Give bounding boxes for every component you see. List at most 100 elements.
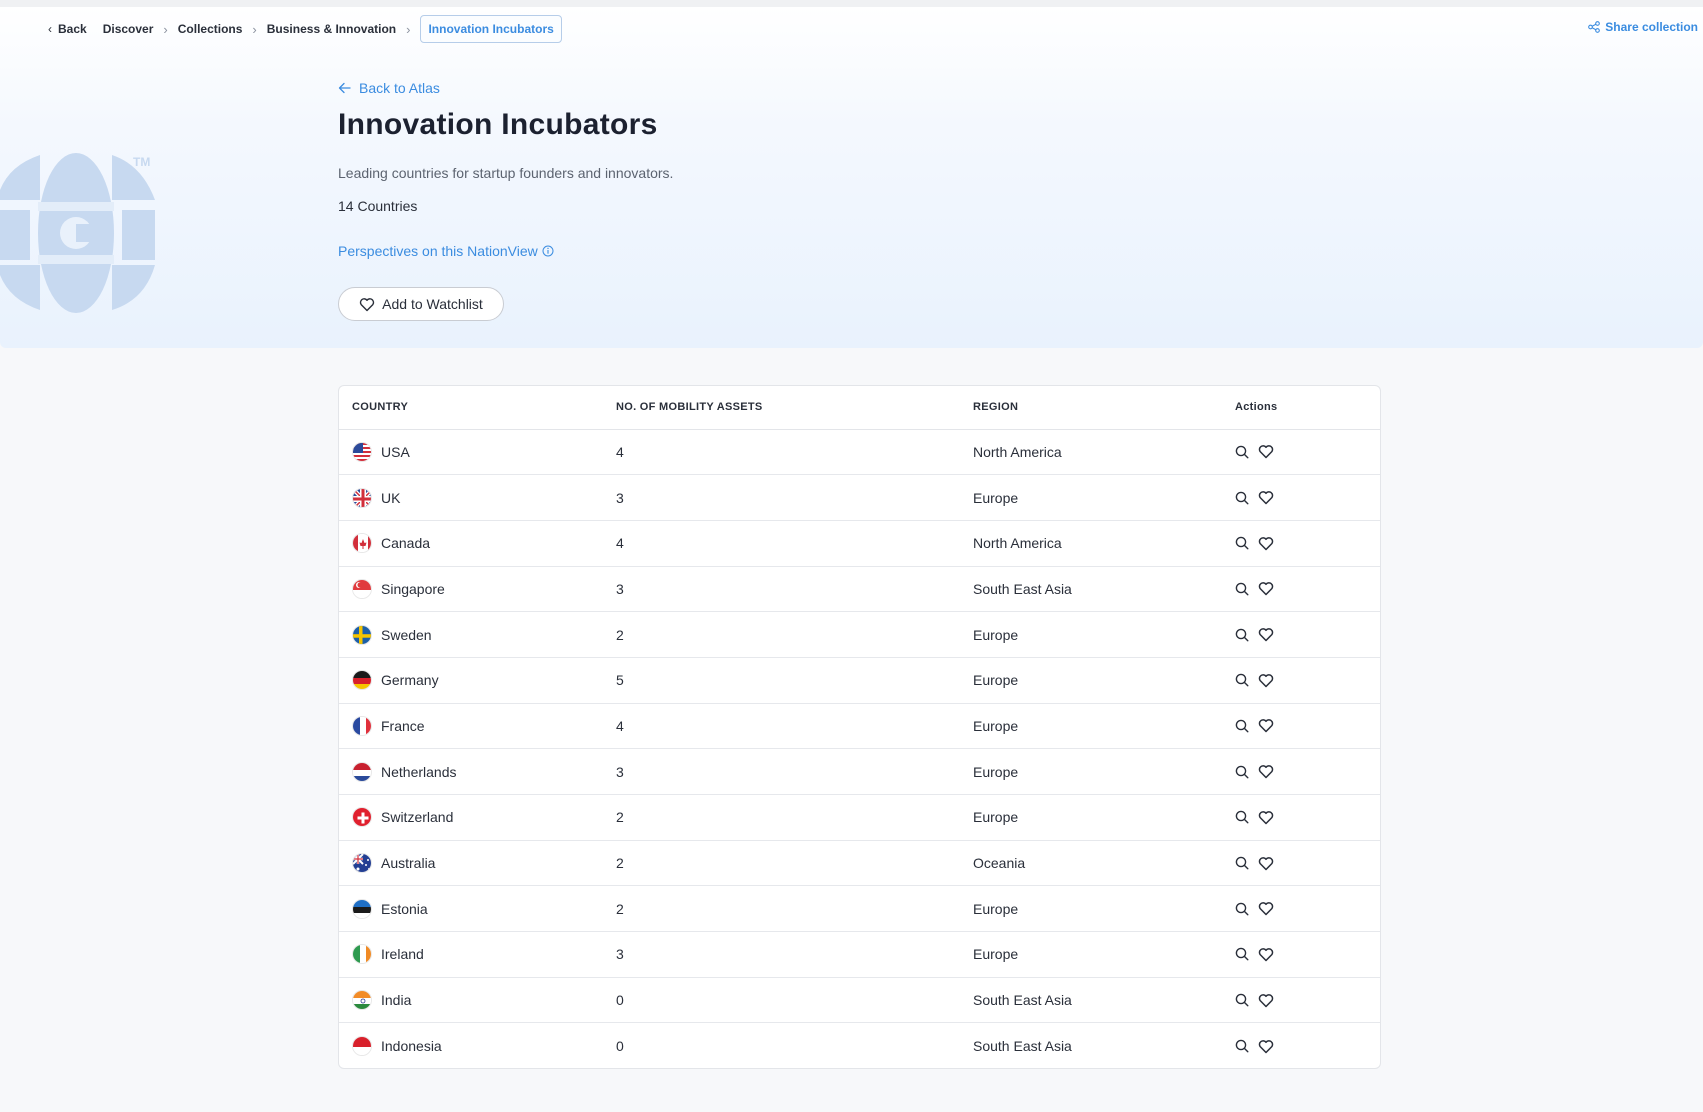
share-collection-label: Share collection bbox=[1605, 20, 1698, 34]
country-cell: Canada bbox=[339, 520, 616, 567]
perspectives-link[interactable]: Perspectives on this NationView bbox=[338, 243, 554, 259]
country-name[interactable]: Australia bbox=[381, 855, 435, 871]
heart-icon[interactable] bbox=[1258, 490, 1274, 505]
chevron-right-icon: › bbox=[163, 21, 168, 37]
breadcrumb-back[interactable]: ‹ Back bbox=[48, 22, 87, 36]
table-row[interactable]: Singapore 3 South East Asia bbox=[339, 566, 1380, 613]
page-title: Innovation Incubators bbox=[338, 108, 658, 141]
search-icon[interactable] bbox=[1235, 1039, 1249, 1053]
heart-icon[interactable] bbox=[1258, 444, 1274, 459]
search-icon[interactable] bbox=[1235, 445, 1249, 459]
table-row[interactable]: UK 3 Europe bbox=[339, 474, 1380, 521]
table-row[interactable]: Sweden 2 Europe bbox=[339, 611, 1380, 658]
table-row[interactable]: Switzerland 2 Europe bbox=[339, 794, 1380, 841]
mobility-assets-cell: 3 bbox=[616, 931, 973, 978]
globe-logo-icon: TM bbox=[0, 153, 155, 313]
country-name[interactable]: India bbox=[381, 992, 411, 1008]
share-collection-button[interactable]: Share collection bbox=[1588, 20, 1698, 34]
breadcrumb-current[interactable]: Innovation Incubators bbox=[420, 15, 562, 43]
country-cell: Germany bbox=[339, 657, 616, 704]
heart-icon[interactable] bbox=[1258, 901, 1274, 916]
table-row[interactable]: India 0 South East Asia bbox=[339, 977, 1380, 1024]
heart-icon[interactable] bbox=[1258, 764, 1274, 779]
region-cell: North America bbox=[973, 520, 1235, 567]
table-row[interactable]: Indonesia 0 South East Asia bbox=[339, 1023, 1380, 1068]
heart-icon[interactable] bbox=[1258, 856, 1274, 871]
country-name[interactable]: Indonesia bbox=[381, 1038, 442, 1054]
table-row[interactable]: Netherlands 3 Europe bbox=[339, 748, 1380, 795]
region-cell: Europe bbox=[973, 611, 1235, 658]
country-name[interactable]: Switzerland bbox=[381, 809, 453, 825]
heart-icon[interactable] bbox=[1258, 810, 1274, 825]
search-icon[interactable] bbox=[1235, 947, 1249, 961]
country-cell: USA bbox=[339, 429, 616, 476]
breadcrumb-discover[interactable]: Discover bbox=[103, 22, 154, 36]
country-name[interactable]: Sweden bbox=[381, 627, 432, 643]
country-count: 14 Countries bbox=[338, 198, 418, 214]
country-name[interactable]: Canada bbox=[381, 535, 430, 551]
country-name[interactable]: USA bbox=[381, 444, 410, 460]
region-cell: North America bbox=[973, 429, 1235, 476]
heart-icon[interactable] bbox=[1258, 718, 1274, 733]
country-cell: Indonesia bbox=[339, 1023, 616, 1068]
search-icon[interactable] bbox=[1235, 856, 1249, 870]
flag-id-icon bbox=[352, 1036, 372, 1057]
heart-icon[interactable] bbox=[1258, 536, 1274, 551]
country-name[interactable]: UK bbox=[381, 490, 400, 506]
country-name[interactable]: France bbox=[381, 718, 425, 734]
actions-cell bbox=[1235, 474, 1380, 521]
back-to-atlas-link[interactable]: Back to Atlas bbox=[338, 80, 440, 96]
country-name[interactable]: Singapore bbox=[381, 581, 445, 597]
breadcrumb-business-innovation[interactable]: Business & Innovation bbox=[267, 22, 396, 36]
country-name[interactable]: Estonia bbox=[381, 901, 428, 917]
add-to-watchlist-button[interactable]: Add to Watchlist bbox=[338, 287, 504, 321]
table-row[interactable]: Canada 4 North America bbox=[339, 520, 1380, 567]
back-to-atlas-label: Back to Atlas bbox=[359, 80, 440, 96]
column-header-country[interactable]: COUNTRY bbox=[339, 386, 616, 430]
heart-icon[interactable] bbox=[1258, 673, 1274, 688]
search-icon[interactable] bbox=[1235, 628, 1249, 642]
region-cell: Europe bbox=[973, 931, 1235, 978]
search-icon[interactable] bbox=[1235, 719, 1249, 733]
table-row[interactable]: USA 4 North America bbox=[339, 429, 1380, 476]
flag-de-icon bbox=[352, 670, 372, 691]
heart-icon[interactable] bbox=[1258, 581, 1274, 596]
search-icon[interactable] bbox=[1235, 902, 1249, 916]
top-strip bbox=[0, 0, 1703, 7]
share-icon bbox=[1588, 21, 1601, 33]
actions-cell bbox=[1235, 429, 1380, 476]
chevron-left-icon: ‹ bbox=[48, 22, 52, 36]
country-name[interactable]: Germany bbox=[381, 672, 439, 688]
table-row[interactable]: France 4 Europe bbox=[339, 703, 1380, 750]
mobility-assets-cell: 4 bbox=[616, 703, 973, 750]
country-name[interactable]: Netherlands bbox=[381, 764, 457, 780]
region-cell: South East Asia bbox=[973, 566, 1235, 613]
heart-icon[interactable] bbox=[1258, 993, 1274, 1008]
region-cell: Europe bbox=[973, 657, 1235, 704]
region-cell: Europe bbox=[973, 474, 1235, 521]
table-row[interactable]: Estonia 2 Europe bbox=[339, 885, 1380, 933]
flag-nl-icon bbox=[352, 761, 372, 782]
country-cell: Netherlands bbox=[339, 748, 616, 795]
flag-us-icon bbox=[352, 441, 372, 462]
actions-cell bbox=[1235, 931, 1380, 978]
search-icon[interactable] bbox=[1235, 673, 1249, 687]
column-header-region[interactable]: REGION bbox=[973, 386, 1235, 430]
search-icon[interactable] bbox=[1235, 765, 1249, 779]
country-name[interactable]: Ireland bbox=[381, 946, 424, 962]
heart-icon[interactable] bbox=[1258, 947, 1274, 962]
search-icon[interactable] bbox=[1235, 993, 1249, 1007]
table-row[interactable]: Australia 2 Oceania bbox=[339, 840, 1380, 887]
heart-icon[interactable] bbox=[1258, 627, 1274, 642]
breadcrumb-collections[interactable]: Collections bbox=[178, 22, 243, 36]
search-icon[interactable] bbox=[1235, 810, 1249, 824]
column-header-assets[interactable]: NO. OF MOBILITY ASSETS bbox=[616, 386, 973, 430]
search-icon[interactable] bbox=[1235, 536, 1249, 550]
table-row[interactable]: Germany 5 Europe bbox=[339, 657, 1380, 704]
search-icon[interactable] bbox=[1235, 491, 1249, 505]
search-icon[interactable] bbox=[1235, 582, 1249, 596]
table-row[interactable]: Ireland 3 Europe bbox=[339, 931, 1380, 978]
add-to-watchlist-label: Add to Watchlist bbox=[382, 296, 483, 312]
trademark-mark: TM bbox=[133, 155, 150, 169]
heart-icon[interactable] bbox=[1258, 1039, 1274, 1054]
